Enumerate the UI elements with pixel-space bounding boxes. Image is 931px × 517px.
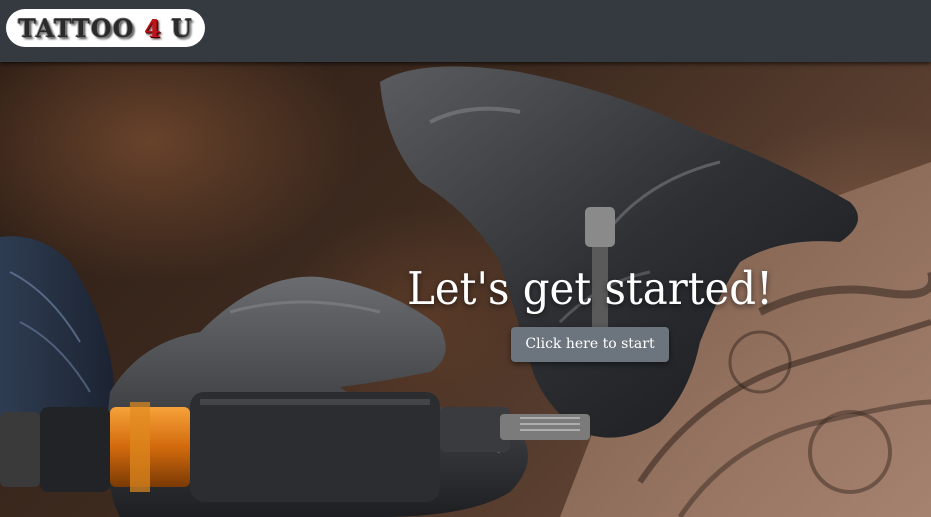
logo-text-accent: 4 (143, 13, 162, 43)
navbar: TATTOO 4 U (0, 0, 931, 62)
hero-section: Let's get started! Click here to start (0, 62, 931, 517)
hero-heading: Let's get started! (407, 262, 773, 315)
brand-logo-link[interactable]: TATTOO 4 U (6, 9, 205, 47)
start-button[interactable]: Click here to start (511, 327, 669, 362)
brand-logo: TATTOO 4 U (18, 14, 193, 43)
logo-text-prefix: TATTOO (18, 13, 144, 43)
logo-text-suffix: U (161, 13, 193, 43)
hero-cta: Let's get started! Click here to start (370, 262, 810, 362)
